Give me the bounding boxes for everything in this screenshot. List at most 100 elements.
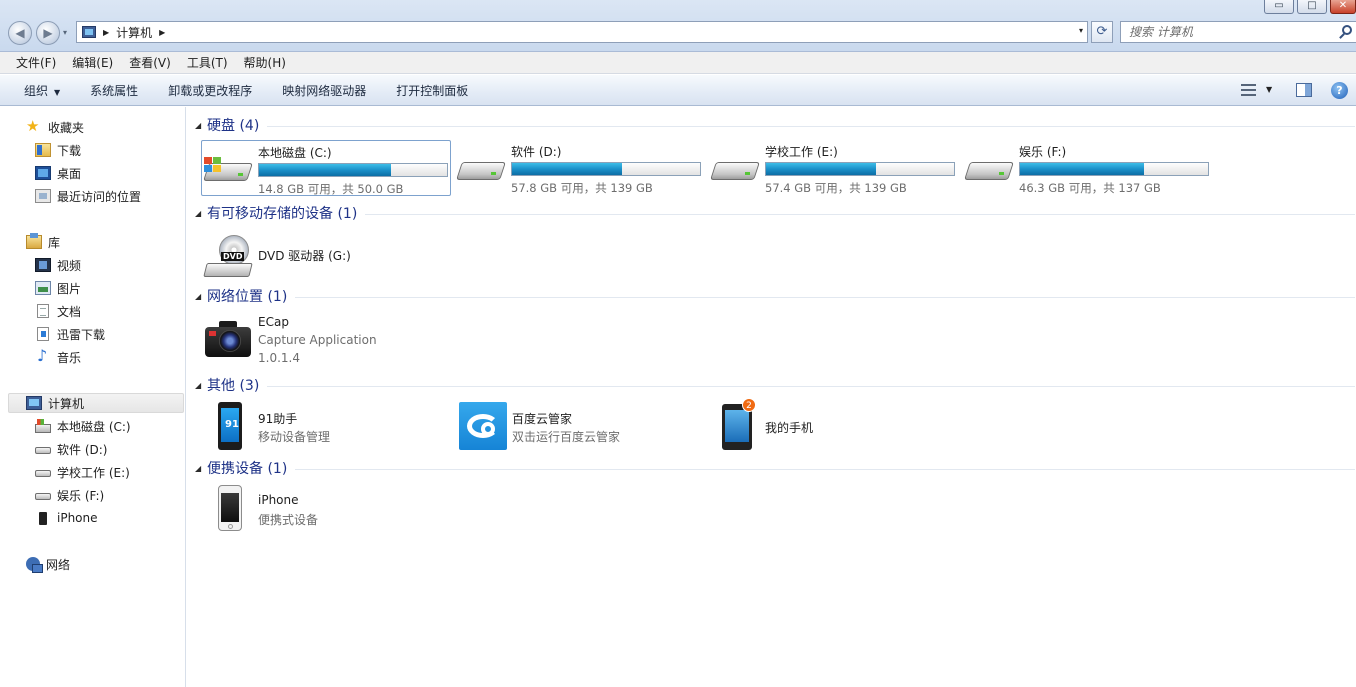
back-button[interactable]: ◀	[8, 21, 32, 45]
map-network-drive-button[interactable]: 映射网络驱动器	[282, 82, 366, 99]
sidebar-item-drive-f[interactable]: 娱乐 (F:)	[35, 485, 104, 505]
system-properties-button[interactable]: 系统属性	[90, 82, 138, 99]
drive-free-space: 14.8 GB 可用，共 50.0 GB	[258, 182, 404, 196]
menu-view[interactable]: 查看(V)	[129, 54, 171, 71]
menu-edit[interactable]: 编辑(E)	[72, 54, 113, 71]
network-icon	[26, 557, 43, 573]
group-header-other[interactable]: ◢ 其他 (3)	[195, 375, 1355, 395]
baidu-cloud-tile[interactable]: 百度云管家 双击运行百度云管家	[459, 400, 709, 456]
drive-tile[interactable]: 学校工作 (E:) 57.4 GB 可用，共 139 GB	[709, 140, 959, 196]
address-bar[interactable]: ▶ 计算机 ▶ ▾	[76, 21, 1088, 43]
ecap-tile[interactable]: ECap Capture Application 1.0.1.4	[201, 311, 451, 371]
item-name: DVD 驱动器 (G:)	[258, 249, 351, 263]
organize-button[interactable]: 组织 ▼	[24, 82, 60, 99]
item-name: 91助手	[258, 412, 298, 426]
dvd-label: DVD	[221, 252, 245, 261]
search-icon[interactable]	[1342, 25, 1352, 35]
library-icon	[26, 233, 42, 249]
drive-led	[238, 173, 243, 176]
drive-usage-bar	[511, 162, 701, 176]
search-input[interactable]	[1121, 22, 1321, 42]
minimize-button[interactable]: ▭	[1264, 0, 1294, 14]
sidebar-item-music[interactable]: 音乐	[35, 346, 81, 367]
drive-tile[interactable]: 软件 (D:) 57.8 GB 可用，共 139 GB	[455, 140, 705, 196]
menu-tools[interactable]: 工具(T)	[187, 54, 228, 71]
recent-pages-dropdown[interactable]: ▾	[63, 28, 67, 37]
close-button[interactable]: ✕	[1330, 0, 1356, 14]
drive-usage-bar	[258, 163, 448, 177]
dvd-drive-tile[interactable]: DVD DVD 驱动器 (G:)	[201, 227, 451, 283]
preview-pane-icon[interactable]	[1296, 83, 1312, 97]
search-box[interactable]	[1120, 21, 1356, 43]
breadcrumb-computer[interactable]: 计算机	[116, 24, 152, 41]
group-header-removable[interactable]: ◢ 有可移动存储的设备 (1)	[195, 203, 1355, 223]
view-options-dropdown-icon[interactable]: ▼	[1266, 85, 1272, 94]
sidebar-item-drive-d[interactable]: 软件 (D:)	[35, 439, 107, 459]
maximize-button[interactable]: □	[1297, 0, 1327, 14]
sidebar-item-drive-e[interactable]: 学校工作 (E:)	[35, 462, 130, 482]
collapse-triangle-icon[interactable]: ◢	[195, 121, 207, 130]
hard-drive-icon	[456, 154, 506, 182]
hard-drive-icon	[35, 446, 51, 454]
sidebar-item-label: 娱乐 (F:)	[57, 488, 105, 503]
uninstall-program-button[interactable]: 卸载或更改程序	[168, 82, 252, 99]
group-title: 便携设备 (1)	[207, 461, 288, 477]
drive-tile[interactable]: 娱乐 (F:) 46.3 GB 可用，共 137 GB	[963, 140, 1213, 196]
sidebar-item-videos[interactable]: 视频	[35, 255, 81, 275]
collapse-triangle-icon[interactable]: ◢	[195, 209, 207, 218]
sidebar-item-network[interactable]: 网络	[26, 554, 70, 574]
my-phone-tile[interactable]: 2 我的手机	[722, 398, 972, 456]
notification-badge: 2	[742, 398, 756, 412]
sidebar-item-documents[interactable]: 文档	[35, 301, 81, 321]
forward-button[interactable]: ▶	[36, 21, 60, 45]
open-control-panel-button[interactable]: 打开控制面板	[396, 82, 468, 99]
back-arrow-icon: ◀	[15, 26, 25, 40]
item-description: 双击运行百度云管家	[512, 430, 621, 444]
drive-usage-fill	[1020, 163, 1145, 175]
group-divider	[295, 468, 1355, 470]
recent-places-icon	[35, 189, 51, 203]
iphone-tile[interactable]: iPhone 便携式设备	[201, 483, 451, 539]
item-description: 移动设备管理	[258, 430, 331, 444]
sidebar-item-label: 图片	[57, 281, 82, 296]
refresh-button[interactable]: ⟳	[1091, 21, 1113, 43]
menu-help[interactable]: 帮助(H)	[244, 54, 286, 71]
sidebar-item-recent[interactable]: 最近访问的位置	[35, 186, 141, 206]
drive-free-space: 57.8 GB 可用，共 139 GB	[511, 181, 653, 195]
baidu-ring-inner	[481, 422, 495, 436]
app-91-tile[interactable]: 91 91助手 移动设备管理	[201, 400, 451, 456]
sidebar-item-label: 本地磁盘 (C:)	[57, 419, 131, 434]
sidebar-item-iphone[interactable]: iPhone	[35, 508, 98, 528]
collapse-triangle-icon[interactable]: ◢	[195, 381, 207, 390]
sidebar-item-favorites[interactable]: 收藏夹	[26, 117, 84, 137]
collapse-triangle-icon[interactable]: ◢	[195, 292, 207, 301]
sidebar-item-downloads[interactable]: 下载	[35, 140, 81, 160]
camera-flash	[209, 331, 216, 336]
command-bar: 组织 ▼ 系统属性 卸载或更改程序 映射网络驱动器 打开控制面板	[0, 75, 1356, 106]
breadcrumb-separator-icon[interactable]: ▶	[159, 28, 165, 37]
sidebar-item-desktop[interactable]: 桌面	[35, 163, 81, 183]
sidebar-item-thunder[interactable]: 迅雷下载	[35, 324, 105, 344]
sidebar-item-label: 库	[48, 235, 61, 250]
group-divider	[267, 125, 1355, 127]
sidebar-item-label: 桌面	[57, 166, 82, 181]
content-area: ◢ 硬盘 (4) 本地磁盘 (C:) 14.8 GB 可用，共 50.0 GB 软件…	[187, 107, 1356, 687]
address-dropdown-icon[interactable]: ▾	[1079, 26, 1083, 35]
menu-file[interactable]: 文件(F)	[16, 54, 56, 71]
change-view-icon[interactable]	[1241, 83, 1256, 97]
help-icon[interactable]: ?	[1331, 82, 1348, 99]
sidebar-item-drive-c[interactable]: 本地磁盘 (C:)	[35, 416, 131, 436]
group-header-network[interactable]: ◢ 网络位置 (1)	[195, 286, 1355, 306]
breadcrumb-separator-icon[interactable]: ▶	[103, 28, 109, 37]
sidebar-item-pictures[interactable]: 图片	[35, 278, 81, 298]
drive-led	[491, 172, 496, 175]
collapse-triangle-icon[interactable]: ◢	[195, 464, 207, 473]
group-header-portable[interactable]: ◢ 便携设备 (1)	[195, 458, 1355, 478]
sidebar-item-libraries[interactable]: 库	[26, 232, 60, 252]
phone-icon	[39, 511, 47, 525]
group-header-hard-disks[interactable]: ◢ 硬盘 (4)	[195, 115, 1355, 135]
music-icon	[35, 346, 51, 365]
group-divider	[267, 385, 1355, 387]
sidebar-item-computer[interactable]: 计算机	[8, 393, 184, 413]
drive-tile[interactable]: 本地磁盘 (C:) 14.8 GB 可用，共 50.0 GB	[201, 140, 451, 196]
